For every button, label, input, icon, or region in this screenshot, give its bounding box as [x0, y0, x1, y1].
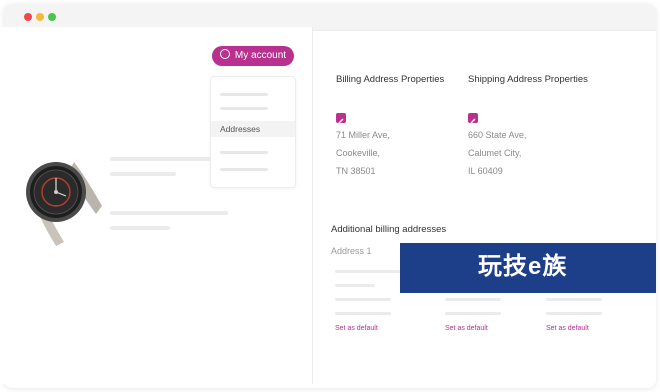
maximize-window-dot[interactable] — [48, 13, 56, 21]
set-as-default-link[interactable]: Set as default — [335, 325, 378, 332]
user-icon — [219, 49, 230, 59]
my-account-label: My account — [234, 50, 287, 61]
shipping-address-line: IL 60409 — [468, 166, 503, 176]
billing-address-line: 71 Miller Ave, — [336, 130, 390, 140]
shipping-address-line: Calumet City, — [468, 148, 522, 158]
menu-item-placeholder[interactable] — [220, 93, 268, 96]
my-account-button[interactable]: My account — [212, 46, 294, 66]
product-text-placeholder — [110, 157, 214, 161]
product-text-placeholder — [110, 226, 170, 230]
address-placeholder — [335, 298, 391, 301]
additional-billing-title: Additional billing addresses — [331, 224, 447, 235]
account-dropdown-menu: Addresses — [210, 76, 296, 188]
close-window-dot[interactable] — [24, 13, 32, 21]
set-as-default-link[interactable]: Set as default — [546, 325, 589, 332]
address-placeholder — [546, 312, 602, 315]
menu-item-label: Addresses — [220, 124, 261, 134]
address-placeholder — [335, 270, 403, 273]
billing-address-heading: Billing Address Properties — [336, 74, 445, 85]
billing-address-line: Cookeville, — [336, 148, 381, 158]
pencil-icon[interactable] — [468, 113, 478, 124]
address-placeholder — [445, 312, 501, 315]
shipping-address-heading: Shipping Address Properties — [468, 74, 588, 85]
product-text-placeholder — [110, 172, 176, 176]
address-placeholder — [335, 312, 391, 315]
billing-address-line: TN 38501 — [336, 166, 376, 176]
shipping-address-line: 660 State Ave, — [468, 130, 527, 140]
watermark-text: 玩技e族 — [478, 253, 568, 280]
address-placeholder — [546, 298, 602, 301]
address-placeholder — [335, 284, 375, 287]
menu-item-addresses[interactable]: Addresses — [211, 121, 295, 137]
smartwatch-image — [26, 162, 102, 246]
minimize-window-dot[interactable] — [36, 13, 44, 21]
product-text-placeholder — [110, 211, 228, 215]
watermark-banner: 玩技e族 — [400, 243, 656, 293]
pencil-icon[interactable] — [336, 113, 346, 124]
menu-item-placeholder[interactable] — [220, 168, 268, 171]
menu-item-placeholder[interactable] — [220, 151, 268, 154]
address-1-label: Address 1 — [331, 246, 372, 256]
address-placeholder — [445, 298, 501, 301]
menu-item-placeholder[interactable] — [220, 107, 268, 110]
set-as-default-link[interactable]: Set as default — [445, 325, 488, 332]
